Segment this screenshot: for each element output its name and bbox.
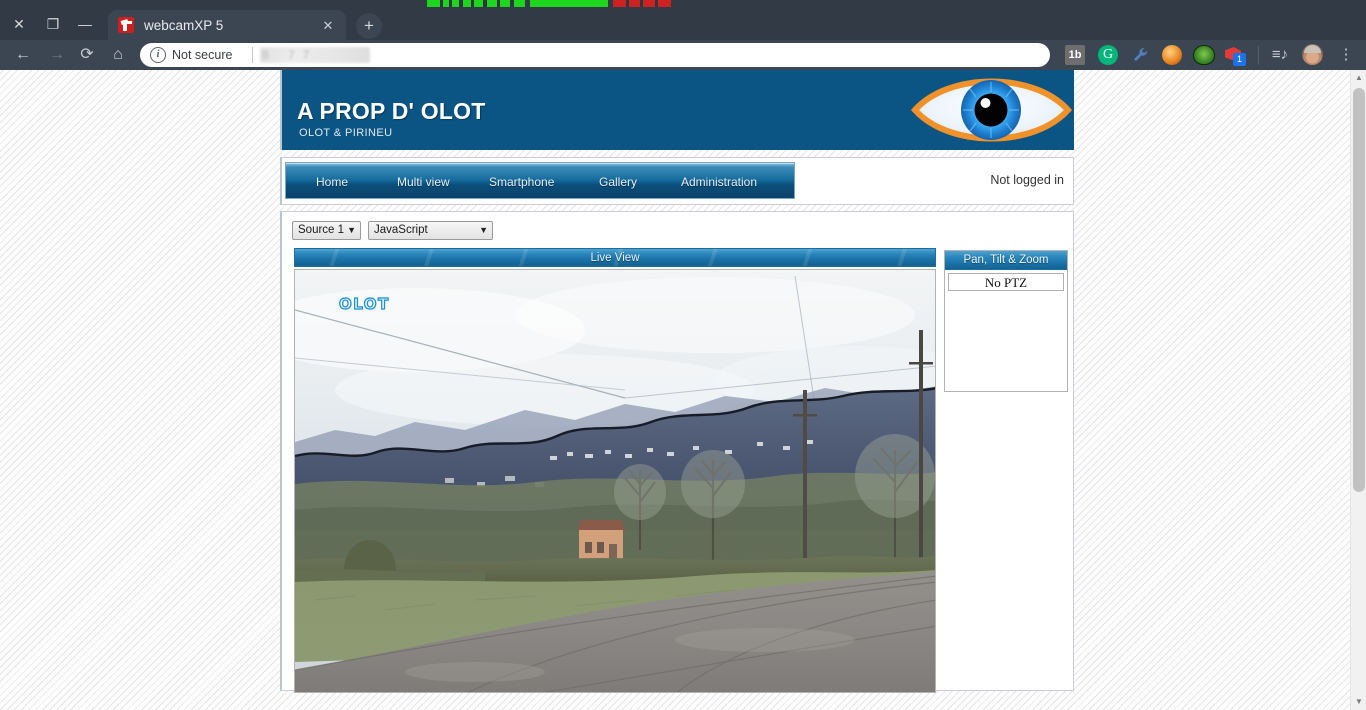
viewmode-select[interactable]: JavaScript ▼: [368, 221, 493, 240]
page-subtitle: OLOT & PIRINEU: [299, 127, 393, 139]
live-view-header: Live View: [294, 248, 936, 267]
live-view-frame[interactable]: OLOT: [294, 269, 936, 693]
monitor-bar-gap: [510, 0, 514, 7]
media-playlist-icon[interactable]: ≡♪: [1270, 45, 1290, 65]
main-content-panel: Source 1 ▼ JavaScript ▼ Live View OLOT P…: [280, 211, 1074, 693]
toolbar-divider: [1258, 46, 1259, 64]
avatar[interactable]: [1302, 44, 1323, 65]
window-restore-button[interactable]: ❐: [40, 14, 66, 34]
extension-badge-count: 1: [1233, 53, 1246, 66]
site-nav-row: Home Multi view Smartphone Gallery Admin…: [280, 157, 1074, 205]
grammarly-extension-icon[interactable]: G: [1098, 45, 1118, 65]
nav-item-administration[interactable]: Administration: [681, 173, 757, 191]
honeypot-extension-icon[interactable]: [1162, 45, 1182, 65]
webcam-image: [295, 270, 935, 692]
reload-icon[interactable]: ⟳: [75, 43, 99, 67]
nav-item-home[interactable]: Home: [316, 173, 348, 191]
page-scrollbar[interactable]: ▲ ▼: [1350, 70, 1366, 710]
top-monitor-sliver: [0, 0, 1366, 7]
webcam-extension-icon[interactable]: 1: [1225, 45, 1247, 66]
camera-overlay-label: OLOT: [338, 294, 390, 313]
new-tab-button[interactable]: +: [356, 13, 382, 39]
browser-tab-webcamxp[interactable]: webcamXP 5 ✕: [108, 10, 346, 41]
omnibox-divider: [252, 47, 253, 63]
browser-toolbar: ← → ⟳ ⌂ i Not secure 8 77 ☆ 1b G 1 ≡♪ ⋮: [0, 40, 1366, 70]
house: [577, 520, 625, 564]
viewmode-select-value: JavaScript: [374, 224, 428, 236]
url-text-redacted[interactable]: 8 77: [260, 47, 370, 63]
live-view-section: Live View OLOT: [294, 248, 936, 693]
page-title: A PROP D' OLOT: [297, 98, 486, 124]
scrollbar-thumb[interactable]: [1353, 88, 1365, 492]
monitor-bar-gap: [655, 0, 658, 7]
window-close-button[interactable]: ✕: [6, 14, 32, 34]
chevron-down-icon: ▼: [479, 225, 488, 235]
home-icon[interactable]: ⌂: [106, 43, 130, 67]
turtle-extension-icon[interactable]: [1193, 45, 1215, 65]
ptz-panel: Pan, Tilt & Zoom No PTZ: [944, 250, 1068, 392]
wrench-extension-icon[interactable]: [1131, 45, 1151, 65]
page-content-column: A PROP D' OLOT OLOT & PIRINEU Home Multi…: [280, 70, 1074, 693]
monitor-bar-gap: [640, 0, 643, 7]
page-viewport: A PROP D' OLOT OLOT & PIRINEU Home Multi…: [0, 70, 1366, 710]
not-secure-label: Not secure: [172, 48, 233, 62]
nav-item-multi-view[interactable]: Multi view: [397, 173, 450, 191]
monitor-bar-green-2: [530, 0, 608, 7]
browser-tab-strip: ✕ ❐ — webcamXP 5 ✕ +: [0, 7, 1366, 41]
ptz-status: No PTZ: [948, 273, 1064, 291]
site-nav-bar: Home Multi view Smartphone Gallery Admin…: [285, 162, 795, 199]
monitor-bar-gap: [449, 0, 452, 7]
onebar-extension-icon[interactable]: 1b: [1065, 45, 1085, 65]
webcamxp-eye-logo-icon: [909, 70, 1074, 150]
monitor-bar-gap: [497, 0, 500, 7]
monitor-bar-gap: [471, 0, 474, 7]
scroll-down-arrow-icon[interactable]: ▼: [1351, 694, 1366, 710]
tab-title: webcamXP 5: [144, 18, 224, 33]
nav-item-smartphone[interactable]: Smartphone: [489, 173, 554, 191]
forward-icon[interactable]: →: [45, 43, 69, 67]
address-bar[interactable]: i Not secure 8 77 ☆: [140, 43, 1182, 67]
source-select-value: Source 1: [298, 224, 345, 236]
site-banner: A PROP D' OLOT OLOT & PIRINEU: [280, 70, 1074, 150]
monitor-bar-gap: [459, 0, 463, 7]
chrome-menu-icon[interactable]: ⋮: [1338, 44, 1354, 66]
back-icon[interactable]: ←: [11, 43, 35, 67]
source-select[interactable]: Source 1 ▼: [292, 221, 362, 240]
monitor-bar-gap: [626, 0, 629, 7]
monitor-bar-gap: [483, 0, 487, 7]
tab-close-icon[interactable]: ✕: [320, 18, 336, 34]
monitor-bar-gap: [440, 0, 443, 7]
info-circle-icon[interactable]: i: [150, 47, 166, 63]
webcamxp-favicon-icon: [118, 17, 134, 33]
chevron-down-icon: ▼: [347, 225, 357, 235]
scroll-up-arrow-icon[interactable]: ▲: [1351, 70, 1366, 86]
nav-item-gallery[interactable]: Gallery: [599, 173, 637, 191]
ptz-header: Pan, Tilt & Zoom: [945, 251, 1067, 270]
login-status-label: Not logged in: [990, 173, 1064, 187]
window-minimize-button[interactable]: —: [72, 14, 98, 34]
